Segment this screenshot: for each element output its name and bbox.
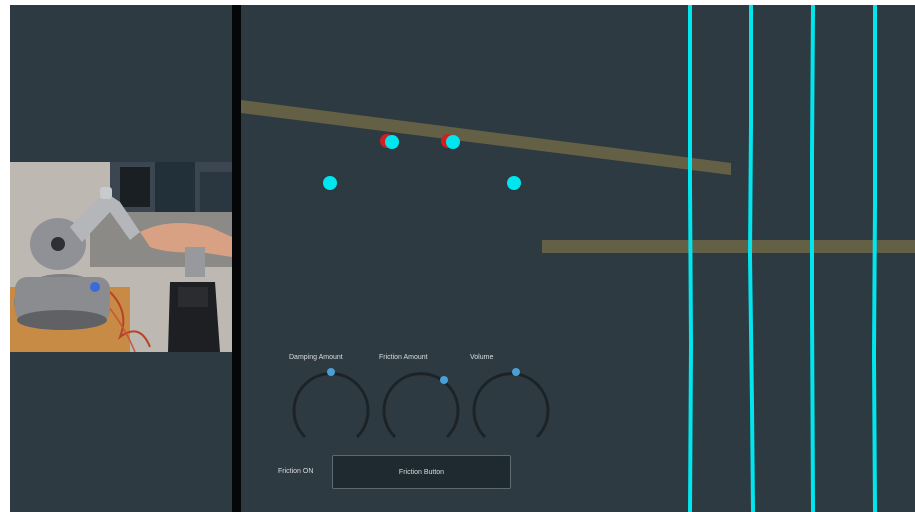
friction-button[interactable]: Friction Button [332,455,511,489]
volume-knob-handle[interactable] [512,368,520,376]
panel-divider[interactable] [232,5,241,512]
camera-feed [10,162,232,352]
string-line-2 [747,5,755,512]
cursor-dot-2 [446,135,460,149]
string-line-3 [810,5,815,512]
friction-knob-handle[interactable] [440,376,448,384]
friction-track-upper [241,100,731,175]
cursor-dot-1 [385,135,399,149]
string-line-1 [688,5,694,512]
app-window: Damping Amount Friction Amount Volume Fr… [10,5,915,512]
left-panel [10,5,232,512]
volume-label: Volume [470,354,494,361]
target-dot-2 [507,176,521,190]
damping-knob[interactable] [290,365,372,447]
friction-status-label: Friction ON [278,468,314,475]
damping-knob-handle[interactable] [327,368,335,376]
friction-amount-knob[interactable] [380,365,462,447]
string-line-4 [871,5,877,512]
volume-knob[interactable] [470,365,552,447]
friction-amount-label: Friction Amount [379,354,428,361]
haptic-canvas[interactable]: Damping Amount Friction Amount Volume Fr… [241,5,915,512]
target-dot-1 [323,176,337,190]
camera-feed-image [10,162,232,352]
damping-label: Damping Amount [289,354,343,361]
friction-track-lower [542,240,915,253]
